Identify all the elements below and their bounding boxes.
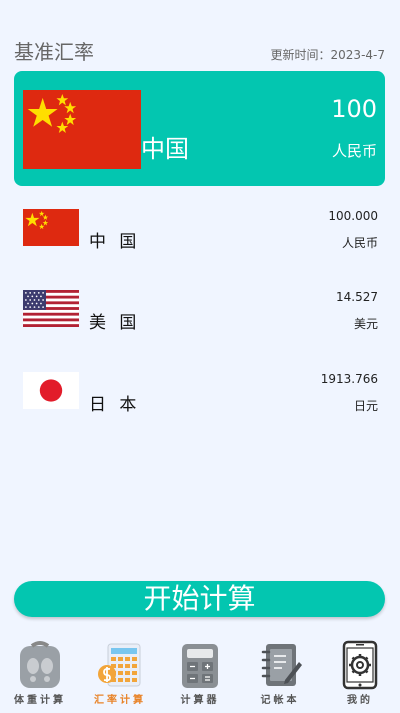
- tab-notebook[interactable]: 记帐本: [249, 636, 311, 713]
- header: 基准汇率 更新时间：2023-4-7: [0, 0, 400, 70]
- tab-label: 计算器: [180, 695, 220, 706]
- page-title: 基准汇率: [14, 40, 94, 64]
- exchange-calculator-icon: [98, 643, 141, 687]
- update-label: 更新时间：: [270, 48, 331, 62]
- country-name: 日 本: [89, 395, 141, 415]
- usa-flag-icon: [23, 290, 79, 327]
- rate-amount: 1913.766: [320, 372, 378, 386]
- base-amount: 100: [331, 95, 377, 123]
- update-date: 2023-4-7: [330, 48, 385, 62]
- currency-unit: 美元: [353, 317, 378, 331]
- china-flag-icon: [23, 90, 141, 169]
- tab-label: 体重计算: [14, 695, 66, 706]
- tab-label: 记帐本: [260, 695, 300, 706]
- base-rate-card[interactable]: 中国 100 人民币: [14, 71, 385, 186]
- currency-unit: 日元: [353, 399, 378, 413]
- rate-row-china[interactable]: 中 国 100.000 人民币: [0, 209, 400, 269]
- currency-unit: 人民币: [341, 236, 378, 250]
- settings-phone-icon: [342, 640, 378, 690]
- tab-label: 我的: [347, 695, 373, 706]
- rate-row-usa[interactable]: 美 国 14.527 美元: [0, 290, 400, 350]
- tab-weight[interactable]: 体重计算: [9, 636, 71, 713]
- rate-amount: 100.000: [328, 209, 378, 223]
- rate-amount: 14.527: [336, 290, 378, 304]
- tab-calculator[interactable]: 计算器: [169, 636, 231, 713]
- notebook-icon: [261, 644, 302, 686]
- country-name: 美 国: [89, 313, 141, 333]
- start-calculation-button[interactable]: 开始计算: [14, 581, 385, 617]
- rate-row-japan[interactable]: 日 本 1913.766 日元: [0, 372, 400, 432]
- base-currency-unit: 人民币: [331, 142, 377, 160]
- country-name: 中 国: [89, 232, 141, 252]
- scale-icon: [20, 641, 60, 688]
- calculator-icon: [182, 644, 218, 688]
- japan-flag-icon: [23, 372, 79, 409]
- update-time: 更新时间：2023-4-7: [271, 46, 385, 63]
- china-flag-icon: [23, 209, 79, 246]
- bottom-tab-bar: 体重计算 汇率计算 计算器 记帐本 我的: [0, 636, 400, 713]
- tab-mine[interactable]: 我的: [329, 636, 391, 713]
- tab-label: 汇率计算: [94, 695, 146, 706]
- base-country-name: 中国: [141, 135, 189, 163]
- tab-exchange[interactable]: 汇率计算: [89, 636, 151, 713]
